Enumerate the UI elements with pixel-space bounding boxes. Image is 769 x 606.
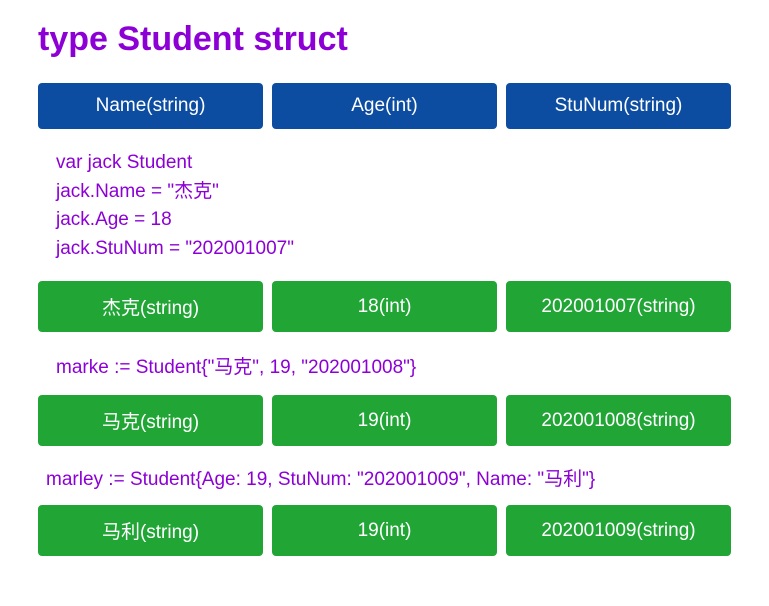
code-block-jack: var jack Student jack.Name = "杰克" jack.A… xyxy=(38,139,731,273)
cell-age: 19(int) xyxy=(272,395,497,446)
code-line-marley: marley := Student{Age: 19, StuNum: "2020… xyxy=(38,456,731,499)
header-name-col: Name(string) xyxy=(38,83,263,129)
cell-age: 19(int) xyxy=(272,505,497,556)
struct-header-row: Name(string) Age(int) StuNum(string) xyxy=(38,83,731,129)
header-stunum-col: StuNum(string) xyxy=(506,83,731,129)
cell-name: 马克(string) xyxy=(38,395,263,446)
code-line: jack.StuNum = "202001007" xyxy=(56,235,713,264)
code-line: jack.Age = 18 xyxy=(56,206,713,235)
header-age-col: Age(int) xyxy=(272,83,497,129)
struct-title: type Student struct xyxy=(38,20,731,59)
cell-stunum: 202001009(string) xyxy=(506,505,731,556)
cell-name: 杰克(string) xyxy=(38,281,263,332)
code-line: var jack Student xyxy=(56,149,713,178)
code-line: jack.Name = "杰克" xyxy=(56,178,713,207)
cell-age: 18(int) xyxy=(272,281,497,332)
cell-stunum: 202001007(string) xyxy=(506,281,731,332)
cell-name: 马利(string) xyxy=(38,505,263,556)
cell-stunum: 202001008(string) xyxy=(506,395,731,446)
code-line-marke: marke := Student{"马克", 19, "202001008"} xyxy=(38,342,731,389)
data-row-marley: 马利(string) 19(int) 202001009(string) xyxy=(38,505,731,556)
data-row-jack: 杰克(string) 18(int) 202001007(string) xyxy=(38,281,731,332)
data-row-marke: 马克(string) 19(int) 202001008(string) xyxy=(38,395,731,446)
